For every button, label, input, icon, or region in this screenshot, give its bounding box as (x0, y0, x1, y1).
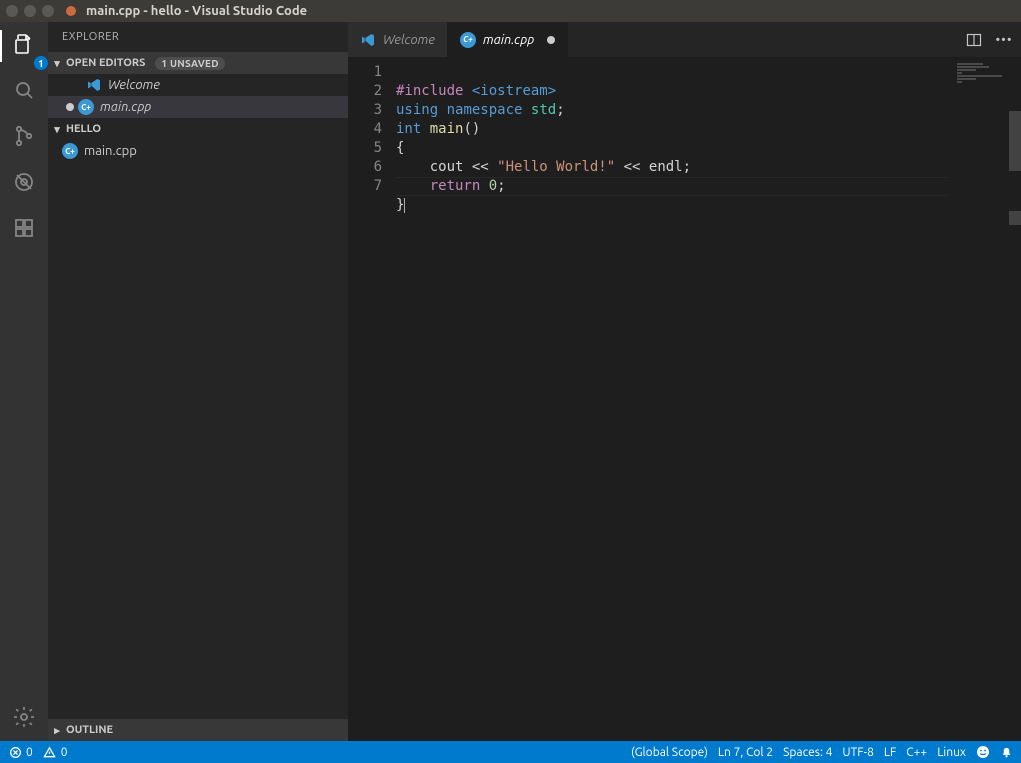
scrollbar[interactable] (1009, 111, 1021, 171)
sidebar-title: EXPLORER (48, 22, 348, 52)
unsaved-dot-icon (66, 6, 76, 16)
scrollbar-marker (1009, 211, 1021, 225)
tab-main-cpp[interactable]: C+ main.cpp (448, 22, 568, 57)
modified-dot-icon (547, 36, 555, 44)
editor-area: Welcome C+ main.cpp ••• 1 2 3 4 5 (348, 22, 1021, 741)
os-titlebar: main.cpp - hello - Visual Studio Code (0, 0, 1021, 22)
status-errors[interactable]: 0 (8, 745, 33, 759)
status-eol[interactable]: LF (884, 746, 896, 759)
tab-bar: Welcome C+ main.cpp ••• (348, 22, 1021, 57)
chevron-right-icon: ▸ (52, 724, 62, 737)
cpp-file-icon: C+ (62, 143, 78, 159)
unsaved-badge: 1 UNSAVED (155, 57, 225, 70)
window-close-icon[interactable] (6, 5, 18, 17)
sidebar: EXPLORER ▾ OPEN EDITORS 1 UNSAVED Welcom… (48, 22, 348, 741)
folder-header[interactable]: ▾ HELLO (48, 118, 348, 140)
explorer-icon[interactable]: 1 (10, 30, 38, 58)
status-encoding[interactable]: UTF-8 (842, 746, 873, 759)
status-spaces[interactable]: Spaces: 4 (783, 746, 832, 759)
outline-label: OUTLINE (66, 724, 113, 736)
tab-label: Welcome (383, 33, 435, 47)
folder-label: HELLO (66, 123, 101, 135)
window-minimize-icon[interactable] (24, 5, 36, 17)
tab-label: main.cpp (483, 33, 534, 47)
source-control-icon[interactable] (10, 122, 38, 150)
open-editor-item[interactable]: Welcome (48, 74, 348, 96)
tab-welcome[interactable]: Welcome (348, 22, 448, 57)
status-warnings[interactable]: 0 (43, 745, 68, 759)
open-editors-label: OPEN EDITORS (66, 57, 145, 69)
settings-gear-icon[interactable] (10, 703, 38, 731)
open-editor-item[interactable]: C+ main.cpp (48, 96, 348, 118)
modified-dot-icon (66, 103, 74, 111)
status-lang[interactable]: C++ (906, 746, 927, 759)
debug-icon[interactable] (10, 168, 38, 196)
cpp-file-icon: C+ (460, 32, 476, 48)
error-icon (8, 745, 22, 759)
status-bar: 0 0 (Global Scope) Ln 7, Col 2 Spaces: 4… (0, 741, 1021, 763)
outline-header[interactable]: ▸ OUTLINE (48, 719, 348, 741)
extensions-icon[interactable] (10, 214, 38, 242)
status-lncol[interactable]: Ln 7, Col 2 (718, 746, 773, 759)
chevron-down-icon: ▾ (52, 57, 62, 70)
open-editor-label: main.cpp (100, 100, 151, 114)
minimap[interactable] (957, 63, 1021, 113)
status-scope[interactable]: (Global Scope) (631, 746, 708, 759)
status-os[interactable]: Linux (937, 746, 966, 759)
chevron-down-icon: ▾ (52, 123, 62, 136)
window-maximize-icon[interactable] (42, 5, 54, 17)
explorer-badge: 1 (34, 56, 48, 70)
warning-icon (43, 745, 57, 759)
file-label: main.cpp (84, 144, 137, 158)
vscode-icon (86, 77, 102, 93)
code-content[interactable]: #include <iostream> using namespace std;… (396, 57, 1021, 741)
status-bell-icon[interactable] (1000, 746, 1013, 759)
vscode-icon (360, 32, 376, 48)
open-editors-header[interactable]: ▾ OPEN EDITORS 1 UNSAVED (48, 52, 348, 74)
split-editor-icon[interactable] (965, 31, 983, 49)
window-title: main.cpp - hello - Visual Studio Code (86, 4, 307, 18)
search-icon[interactable] (10, 76, 38, 104)
more-actions-icon[interactable]: ••• (995, 31, 1013, 49)
line-gutter: 1 2 3 4 5 6 7 (348, 57, 396, 741)
activity-bar: 1 (0, 22, 48, 741)
status-feedback-icon[interactable] (976, 745, 990, 759)
text-editor[interactable]: 1 2 3 4 5 6 7 #include <iostream> using … (348, 57, 1021, 741)
open-editor-label: Welcome (108, 78, 160, 92)
cpp-file-icon: C+ (78, 99, 94, 115)
file-item[interactable]: C+ main.cpp (48, 140, 348, 162)
